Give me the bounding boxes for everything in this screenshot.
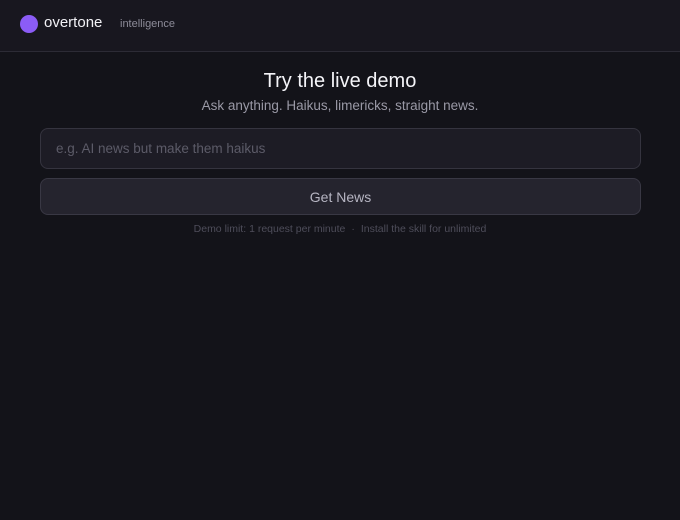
query-input[interactable]	[40, 128, 641, 169]
brand-tagline: intelligence	[120, 18, 176, 30]
rate-limit-text: Demo limit: 1 request per minute	[193, 223, 346, 235]
install-skill-text: Install the skill for unlimited	[360, 223, 487, 235]
demo-subtitle: Ask anything. Haikus, limericks, straigh…	[201, 98, 479, 113]
demo-limit-note: Demo limit: 1 request per minute · Install…	[0, 223, 680, 236]
demo-page: overtone intelligence Try the live demo …	[0, 0, 680, 520]
logo-icon	[20, 15, 38, 33]
top-bar: overtone intelligence	[0, 0, 680, 52]
separator-dot: ·	[351, 223, 355, 235]
brand-name: overtone	[44, 14, 103, 31]
get-news-button[interactable]: Get News	[40, 178, 641, 215]
demo-title: Try the live demo	[263, 70, 417, 92]
